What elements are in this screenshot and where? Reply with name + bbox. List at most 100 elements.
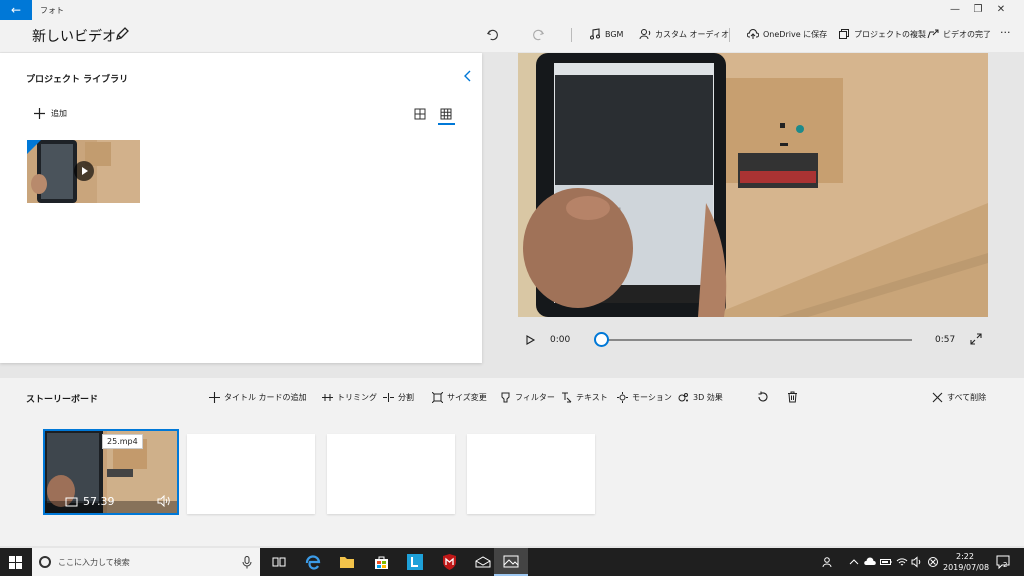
command-bar: 新しいビデオ BGM カスタム オーディオ OneDrive に保存 プロジェク… <box>0 20 1024 52</box>
person-audio-icon <box>639 29 651 40</box>
fullscreen-icon[interactable] <box>970 333 982 345</box>
3d-effects-button[interactable]: 3D 効果 <box>678 392 723 403</box>
save-onedrive-label: OneDrive に保存 <box>763 29 828 39</box>
text-icon <box>562 392 572 403</box>
empty-clip-slot[interactable] <box>467 434 595 514</box>
task-view-icon <box>272 557 286 567</box>
3d-effects-icon <box>678 393 688 402</box>
cloud-upload-icon <box>747 29 759 39</box>
split-icon <box>383 393 394 402</box>
play-icon[interactable] <box>524 334 536 346</box>
mail-icon <box>475 556 491 568</box>
chevron-up-icon[interactable] <box>848 556 860 568</box>
empty-clip-slot[interactable] <box>187 434 315 514</box>
storyboard-panel: ストーリーボード タイトル カードの追加 トリミング 分割 サイズ変更 フィルタ… <box>0 378 1024 546</box>
save-onedrive-button[interactable]: OneDrive に保存 <box>747 28 827 40</box>
bgm-button[interactable]: BGM <box>589 28 623 40</box>
wifi-icon[interactable] <box>896 556 908 568</box>
store-bag-icon <box>374 556 388 569</box>
back-button[interactable]: ← <box>0 0 32 20</box>
l-app[interactable] <box>398 548 432 576</box>
task-view-button[interactable] <box>262 548 296 576</box>
tool-label: モーション <box>632 393 672 402</box>
mcafee-app[interactable] <box>432 548 466 576</box>
tool-label: 3D 効果 <box>693 393 723 402</box>
clock-date: 2019/07/08 <box>943 563 990 572</box>
edge-icon <box>305 555 321 570</box>
redo-icon[interactable] <box>532 28 545 41</box>
clock-time: 2:22 <box>956 552 974 561</box>
close-icon <box>932 392 943 403</box>
project-name[interactable]: 新しいビデオ <box>32 26 116 46</box>
video-preview[interactable] <box>518 53 988 317</box>
add-media-button[interactable]: 追加 <box>34 108 67 119</box>
add-label: 追加 <box>51 109 67 118</box>
blocked-icon[interactable] <box>927 556 939 568</box>
tool-label: テキスト <box>576 393 608 402</box>
taskbar: ここに入力して検索 2:22 2019/07/08 2 <box>0 548 1024 576</box>
clip-duration: 57.39 <box>65 495 115 508</box>
trim-button[interactable]: トリミング <box>322 392 377 403</box>
store-app[interactable] <box>364 548 398 576</box>
file-explorer-app[interactable] <box>330 548 364 576</box>
tool-label: タイトル カードの追加 <box>224 393 307 402</box>
more-button[interactable]: ··· <box>1000 26 1011 39</box>
media-thumbnail[interactable] <box>27 140 140 203</box>
split-button[interactable]: 分割 <box>383 392 414 403</box>
edge-app[interactable] <box>296 548 330 576</box>
trash-icon[interactable] <box>787 391 798 403</box>
finish-video-button[interactable]: ビデオの完了 <box>927 28 991 40</box>
battery-icon[interactable] <box>880 556 892 568</box>
tool-label: 分割 <box>398 393 414 402</box>
rotate-icon[interactable] <box>757 391 769 403</box>
custom-audio-label: カスタム オーディオ <box>655 29 729 39</box>
custom-audio-button[interactable]: カスタム オーディオ <box>639 28 729 40</box>
onedrive-cloud-icon[interactable] <box>864 556 876 568</box>
filter-button[interactable]: フィルター <box>500 392 555 403</box>
small-grid-icon[interactable] <box>439 107 453 121</box>
resize-button[interactable]: サイズ変更 <box>432 392 487 403</box>
app-title: フォト <box>40 6 64 15</box>
system-clock[interactable]: 2:22 2019/07/08 <box>943 551 990 573</box>
motion-button[interactable]: モーション <box>617 392 672 403</box>
pencil-icon[interactable] <box>114 26 130 42</box>
close-button[interactable]: ✕ <box>978 0 1024 20</box>
people-icon[interactable] <box>822 556 834 568</box>
action-center-button[interactable]: 2 <box>996 555 1010 570</box>
trim-icon <box>322 394 333 401</box>
windows-start-icon[interactable] <box>9 556 22 569</box>
microphone-icon[interactable] <box>242 556 252 569</box>
selection-corner <box>27 140 41 154</box>
photos-app[interactable] <box>494 548 528 576</box>
duplicate-project-label: プロジェクトの複製 <box>854 29 926 39</box>
clip-filename-tooltip: 25.mp4 <box>102 434 143 449</box>
active-view-indicator <box>438 123 455 125</box>
tool-label: トリミング <box>337 393 377 402</box>
delete-all-button[interactable]: すべて削除 <box>932 392 986 403</box>
volume-icon[interactable] <box>157 495 171 507</box>
export-icon <box>927 29 939 39</box>
seek-handle[interactable] <box>594 332 609 347</box>
folder-icon <box>340 557 354 568</box>
speaker-icon[interactable] <box>911 556 923 568</box>
delete-all-label: すべて削除 <box>947 393 987 402</box>
duplicate-project-button[interactable]: プロジェクトの複製 <box>838 28 926 40</box>
seek-track[interactable] <box>601 339 912 341</box>
add-title-card-button[interactable]: タイトル カードの追加 <box>209 392 307 403</box>
large-grid-icon[interactable] <box>413 107 427 121</box>
copy-icon <box>839 29 849 39</box>
notification-count: 2 <box>1003 561 1008 569</box>
text-button[interactable]: テキスト <box>561 392 608 403</box>
empty-clip-slot[interactable] <box>327 434 455 514</box>
taskbar-search-box[interactable]: ここに入力して検索 <box>32 548 260 576</box>
play-overlay-icon[interactable] <box>74 161 94 181</box>
undo-icon[interactable] <box>486 28 499 41</box>
motion-icon <box>617 392 628 403</box>
filter-icon <box>501 392 510 403</box>
cortana-icon <box>39 556 51 568</box>
storyboard-clip[interactable]: 25.mp4 57.39 <box>43 429 179 515</box>
project-library-panel: プロジェクト ライブラリ 追加 <box>0 53 482 363</box>
screen-icon <box>65 497 78 506</box>
l-app-icon <box>407 554 423 570</box>
chevron-left-icon[interactable] <box>462 69 474 83</box>
